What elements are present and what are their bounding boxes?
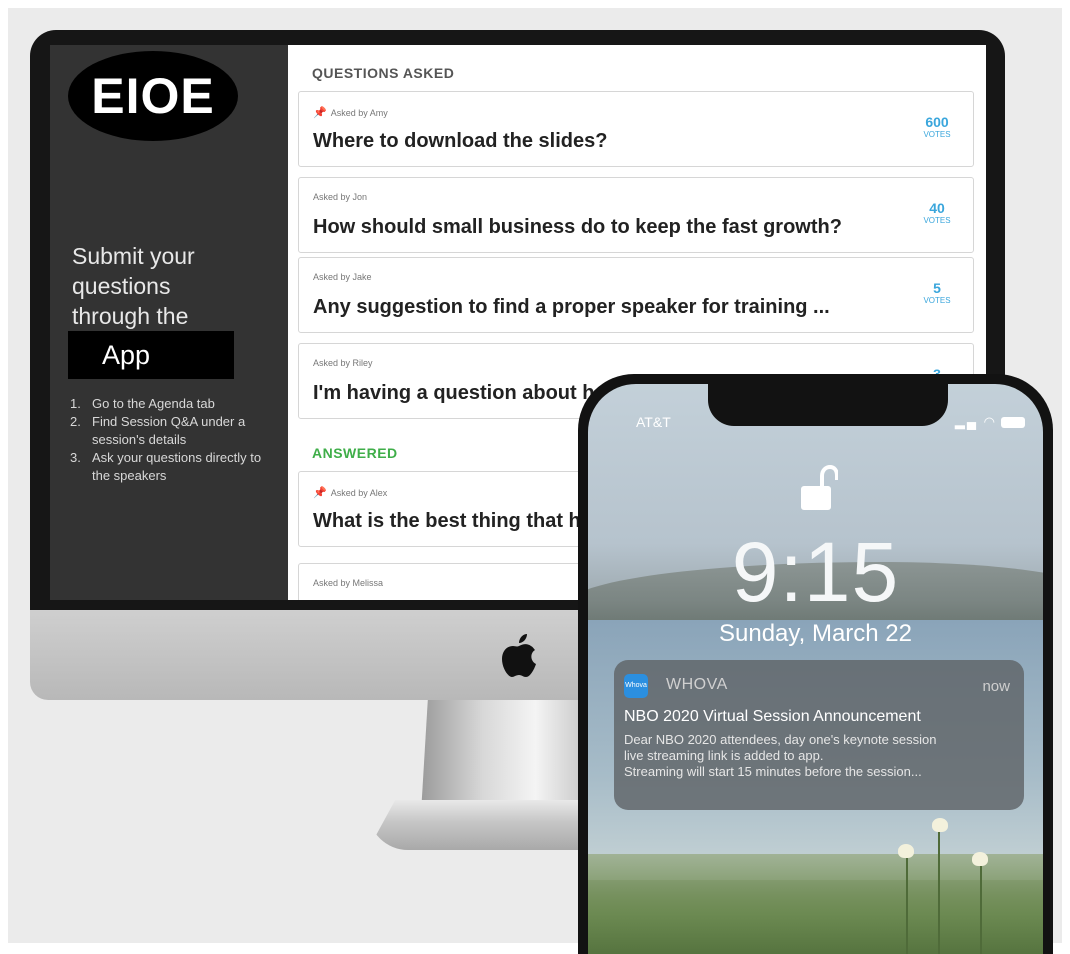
vote-label: VOTES: [923, 216, 951, 225]
asked-by: Asked by Riley: [313, 358, 373, 368]
question-text: Any suggestion to find a proper speaker …: [313, 296, 830, 318]
flower: [932, 818, 948, 832]
lock-screen-time: 9:15: [731, 525, 900, 619]
question-text: Where to download the slides?: [313, 130, 608, 152]
flower-stem: [906, 854, 908, 954]
notification-time: now: [982, 678, 1010, 695]
notification-app-name: WHOVA: [666, 676, 728, 693]
phone-notch: [708, 384, 948, 426]
steps-list: 1. Go to the Agenda tab 2. Find Session Q&…: [70, 395, 280, 485]
pin-icon: 📌: [313, 487, 327, 499]
submit-line: questions: [72, 273, 171, 299]
carrier-label: AT&T: [636, 414, 671, 430]
questions-asked-title: QUESTIONS ASKED: [312, 65, 455, 81]
asked-by-text: Asked by Riley: [313, 358, 373, 368]
vote-count: 40: [929, 200, 945, 216]
vote-label: VOTES: [923, 296, 951, 305]
asked-by: Asked by Jon: [313, 192, 367, 202]
asked-by: 📌 Asked by Alex: [313, 486, 387, 499]
step-number: 1.: [70, 396, 81, 411]
step-item: 3. Ask your questions directly to the spe…: [70, 449, 280, 485]
vote-label: VOTES: [923, 130, 951, 139]
notification-title: NBO 2020 Virtual Session Announcement: [624, 708, 921, 725]
asked-by: 📌 Asked by Amy: [313, 106, 388, 119]
eioe-logo: EIOE: [68, 51, 238, 141]
asked-by: Asked by Melissa: [313, 578, 383, 588]
sidebar: EIOE Submit your questions through the A…: [50, 45, 288, 600]
app-label: App: [68, 331, 234, 379]
step-number: 3.: [70, 450, 81, 465]
question-card[interactable]: 📌 Asked by Amy Where to download the slid…: [298, 91, 974, 167]
vote-counter[interactable]: 600 VOTES: [917, 114, 957, 140]
notification-body-line: Dear NBO 2020 attendees, day one's keyno…: [624, 732, 937, 747]
submit-instructions: Submit your questions through the: [72, 241, 272, 331]
whova-app-icon: Whova: [624, 674, 648, 698]
asked-by-text: Asked by Amy: [330, 108, 388, 118]
asked-by-text: Asked by Alex: [330, 488, 388, 498]
unlocked-padlock-icon: [800, 464, 839, 514]
question-text: How should small business do to keep the…: [313, 216, 842, 238]
flower: [898, 844, 914, 858]
lock-screen-date: Sunday, March 22: [719, 620, 912, 647]
notification-body: Dear NBO 2020 attendees, day one's keyno…: [624, 732, 1016, 780]
step-text: Ask your questions directly to the speak…: [92, 450, 262, 483]
notification-body-line: live streaming link is added to app.: [624, 748, 824, 763]
asked-by-text: Asked by Jon: [313, 192, 368, 202]
question-text: What is the best thing that h: [313, 510, 581, 532]
phone-frame: AT&T ▂▄ ◠ 9:15 Sunday, March 22 Whova WH…: [578, 374, 1053, 954]
vote-counter[interactable]: 5 VOTES: [917, 280, 957, 306]
step-text: Find Session Q&A under a session's detai…: [92, 414, 246, 447]
question-card[interactable]: Asked by Jake Any suggestion to find a p…: [298, 257, 974, 333]
question-card[interactable]: Asked by Jon How should small business d…: [298, 177, 974, 253]
submit-line: Submit your: [72, 243, 195, 269]
submit-line: through the: [72, 303, 189, 329]
flower-stem: [938, 824, 940, 954]
lock-screen: AT&T ▂▄ ◠ 9:15 Sunday, March 22 Whova WH…: [588, 384, 1043, 954]
step-text: Go to the Agenda tab: [92, 396, 215, 411]
asked-by-text: Asked by Jake: [313, 272, 372, 282]
step-number: 2.: [70, 414, 81, 429]
flower: [972, 852, 988, 866]
battery-icon: [1001, 417, 1025, 428]
question-text: I'm having a question about h: [313, 382, 595, 404]
step-item: 2. Find Session Q&A under a session's det…: [70, 413, 280, 449]
signal-wifi-icon: ▂▄ ◠: [954, 414, 997, 429]
notification-card[interactable]: Whova WHOVA now NBO 2020 Virtual Session…: [614, 660, 1024, 810]
answered-title: ANSWERED: [312, 445, 398, 461]
flower-stem: [980, 860, 982, 954]
wallpaper-grass: [588, 854, 1043, 954]
vote-count: 600: [925, 114, 949, 130]
asked-by-text: Asked by Melissa: [313, 578, 384, 588]
asked-by: Asked by Jake: [313, 272, 372, 282]
pin-icon: 📌: [313, 107, 327, 119]
apple-logo-icon: [497, 630, 541, 680]
step-item: 1. Go to the Agenda tab: [70, 395, 280, 413]
vote-count: 5: [933, 280, 941, 296]
notification-body-line: Streaming will start 15 minutes before t…: [624, 764, 922, 779]
vote-counter[interactable]: 40 VOTES: [917, 200, 957, 226]
